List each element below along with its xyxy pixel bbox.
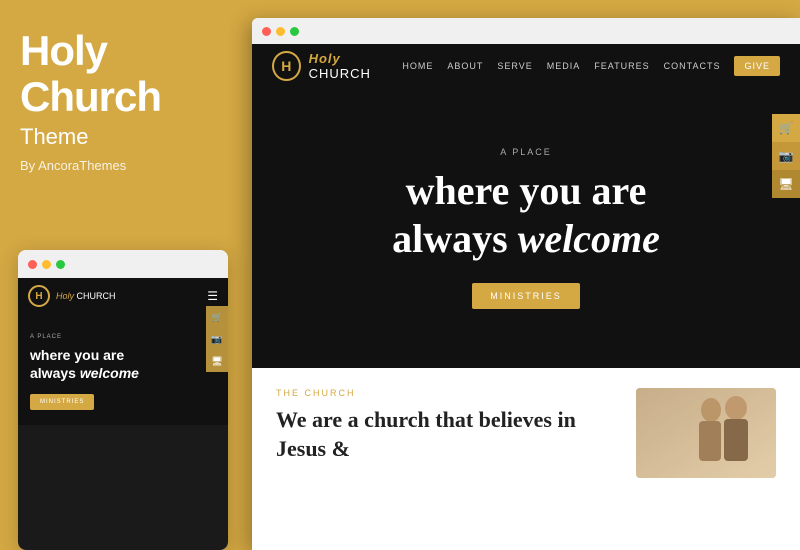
mini-browser-content: H Holy CHURCH ☰ A PLACE where you are al… xyxy=(18,278,228,550)
left-panel: Holy Church Theme By AncoraThemes H Holy… xyxy=(0,0,248,550)
nav-serve[interactable]: SERVE xyxy=(497,61,532,71)
main-bottom-image xyxy=(636,388,776,478)
nav-home[interactable]: HOME xyxy=(402,61,433,71)
main-navbar: H Holy CHURCH HOME ABOUT SERVE MEDIA FEA… xyxy=(252,44,800,88)
mini-browser-bar xyxy=(18,250,228,278)
nav-media[interactable]: MEDIA xyxy=(547,61,581,71)
main-browser-mockup: H Holy CHURCH HOME ABOUT SERVE MEDIA FEA… xyxy=(252,18,800,550)
main-logo-text: Holy CHURCH xyxy=(309,51,403,81)
main-cart-icon[interactable]: 🛒 xyxy=(772,114,800,142)
theme-subtitle: Theme xyxy=(20,124,228,150)
main-gallery-icon[interactable]: 📷 xyxy=(772,142,800,170)
mini-hero-title: where you are always welcome xyxy=(30,346,216,382)
mini-navbar: H Holy CHURCH ☰ xyxy=(18,278,228,314)
theme-by: By AncoraThemes xyxy=(20,158,228,173)
main-bottom-section: THE CHURCH We are a church that believes… xyxy=(252,368,800,498)
mini-monitor-icon[interactable]: 🖥 xyxy=(206,350,228,372)
mini-hero-small: A PLACE xyxy=(30,334,216,340)
nav-features[interactable]: FEATURES xyxy=(594,61,649,71)
nav-about[interactable]: ABOUT xyxy=(447,61,483,71)
nav-give-button[interactable]: GIVE xyxy=(734,56,780,76)
main-dot-green xyxy=(290,27,299,36)
mini-logo-circle: H xyxy=(28,285,50,307)
main-ministries-button[interactable]: MINISTRIES xyxy=(472,283,580,309)
main-bottom-text: THE CHURCH We are a church that believes… xyxy=(276,388,616,478)
main-logo: H Holy CHURCH xyxy=(272,51,402,81)
theme-title: Holy Church xyxy=(20,28,228,120)
mini-gallery-icon[interactable]: 📷 xyxy=(206,328,228,350)
mini-logo-text: Holy CHURCH xyxy=(56,291,116,301)
mini-ministries-button[interactable]: MINISTRIES xyxy=(30,394,94,410)
main-hero-eyebrow: A PLACE xyxy=(500,147,552,157)
mini-cart-icon[interactable]: 🛒 xyxy=(206,306,228,328)
mini-dot-green xyxy=(56,260,65,269)
mini-hamburger-icon: ☰ xyxy=(207,290,218,302)
main-logo-circle: H xyxy=(272,51,301,81)
main-dot-yellow xyxy=(276,27,285,36)
main-nav-links: HOME ABOUT SERVE MEDIA FEATURES CONTACTS… xyxy=(402,56,780,76)
main-side-icons: 🛒 📷 🖥 xyxy=(772,114,800,198)
mini-logo: H Holy CHURCH xyxy=(28,285,116,307)
main-bottom-tag: THE CHURCH xyxy=(276,388,616,398)
main-hero: A PLACE where you are always welcome MIN… xyxy=(252,88,800,368)
mini-side-icons: 🛒 📷 🖥 xyxy=(206,306,228,372)
mini-hero: A PLACE where you are always welcome MIN… xyxy=(18,314,228,425)
main-bottom-title: We are a church that believes in Jesus & xyxy=(276,406,616,463)
main-dot-red xyxy=(262,27,271,36)
mini-dot-red xyxy=(28,260,37,269)
main-hero-title: where you are always welcome xyxy=(392,167,660,263)
main-browser-bar xyxy=(252,18,800,44)
nav-contacts[interactable]: CONTACTS xyxy=(664,61,721,71)
main-monitor-icon[interactable]: 🖥 xyxy=(772,170,800,198)
mini-browser-mockup: H Holy CHURCH ☰ A PLACE where you are al… xyxy=(18,250,228,550)
mini-dot-yellow xyxy=(42,260,51,269)
